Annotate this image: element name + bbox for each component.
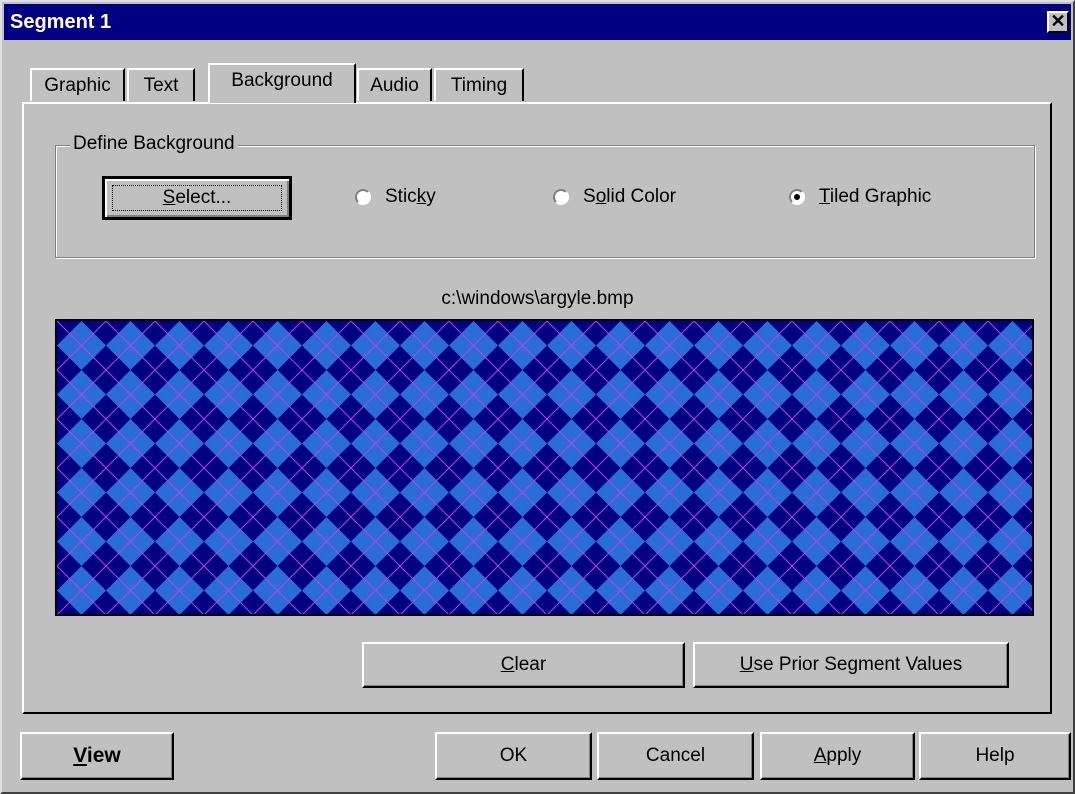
label-mnemonic: k bbox=[416, 186, 427, 207]
tab-timing-label: Timing bbox=[450, 75, 508, 96]
define-background-label: Define Background bbox=[70, 133, 238, 155]
background-filename: c:\windows\argyle.bmp bbox=[441, 288, 634, 309]
cancel-label: Cancel bbox=[645, 745, 706, 766]
radio-tiled-graphic-label: Tiled Graphic bbox=[819, 186, 931, 208]
select-button[interactable]: Select... bbox=[102, 176, 292, 220]
label-part: iled Graphic bbox=[829, 186, 932, 207]
label-mnemonic: o bbox=[595, 186, 607, 207]
cancel-button[interactable]: Cancel bbox=[597, 732, 754, 780]
tab-background-label: Background bbox=[231, 70, 333, 91]
label-part: lid Color bbox=[606, 186, 676, 207]
view-label-rest: iew bbox=[86, 744, 121, 767]
close-icon: ✕ bbox=[1050, 11, 1066, 31]
radio-sticky-indicator[interactable] bbox=[355, 189, 371, 205]
tab-audio-label: Audio bbox=[370, 75, 419, 96]
radio-tiled-graphic[interactable]: Tiled Graphic bbox=[789, 184, 931, 210]
tab-graphic[interactable]: Graphic bbox=[30, 68, 125, 101]
view-button[interactable]: View bbox=[20, 732, 174, 780]
radio-solid-color-label: Solid Color bbox=[583, 186, 676, 208]
use-prior-segment-values-button[interactable]: Use Prior Segment Values bbox=[693, 642, 1009, 688]
label-mnemonic: T bbox=[819, 186, 830, 207]
radio-tiled-graphic-indicator[interactable] bbox=[789, 189, 805, 205]
window-title: Segment 1 bbox=[10, 11, 112, 33]
ok-button[interactable]: OK bbox=[435, 732, 592, 780]
background-preview bbox=[55, 319, 1034, 616]
label-part: y bbox=[426, 186, 436, 207]
clear-mnemonic: C bbox=[500, 654, 515, 675]
help-button[interactable]: Help bbox=[919, 732, 1071, 780]
apply-mnemonic: A bbox=[813, 745, 827, 766]
tab-graphic-label: Graphic bbox=[44, 75, 111, 96]
tab-background[interactable]: Background bbox=[208, 63, 356, 103]
view-mnemonic: V bbox=[73, 744, 87, 767]
prior-mnemonic: U bbox=[739, 654, 754, 675]
apply-button[interactable]: Apply bbox=[760, 732, 915, 780]
close-button[interactable]: ✕ bbox=[1047, 11, 1069, 33]
apply-label-rest: pply bbox=[826, 745, 862, 766]
tab-timing[interactable]: Timing bbox=[434, 68, 524, 101]
radio-solid-color-indicator[interactable] bbox=[553, 189, 569, 205]
tab-audio[interactable]: Audio bbox=[357, 68, 432, 101]
radio-solid-color[interactable]: Solid Color bbox=[553, 184, 676, 210]
radio-sticky[interactable]: Sticky bbox=[355, 184, 436, 210]
tab-text-label: Text bbox=[143, 75, 179, 96]
title-bar[interactable]: Segment 1 ✕ bbox=[4, 4, 1071, 40]
clear-label-rest: lear bbox=[514, 654, 547, 675]
radio-sticky-label: Sticky bbox=[385, 186, 436, 208]
argyle-pattern-image bbox=[57, 321, 1032, 614]
ok-label: OK bbox=[499, 745, 528, 766]
prior-label-rest: se Prior Segment Values bbox=[753, 654, 963, 675]
focus-rectangle bbox=[112, 185, 282, 211]
help-label: Help bbox=[975, 745, 1015, 766]
tab-text[interactable]: Text bbox=[127, 68, 195, 101]
clear-button[interactable]: Clear bbox=[362, 642, 685, 688]
label-part: Stic bbox=[385, 186, 417, 207]
label-part: S bbox=[583, 186, 596, 207]
